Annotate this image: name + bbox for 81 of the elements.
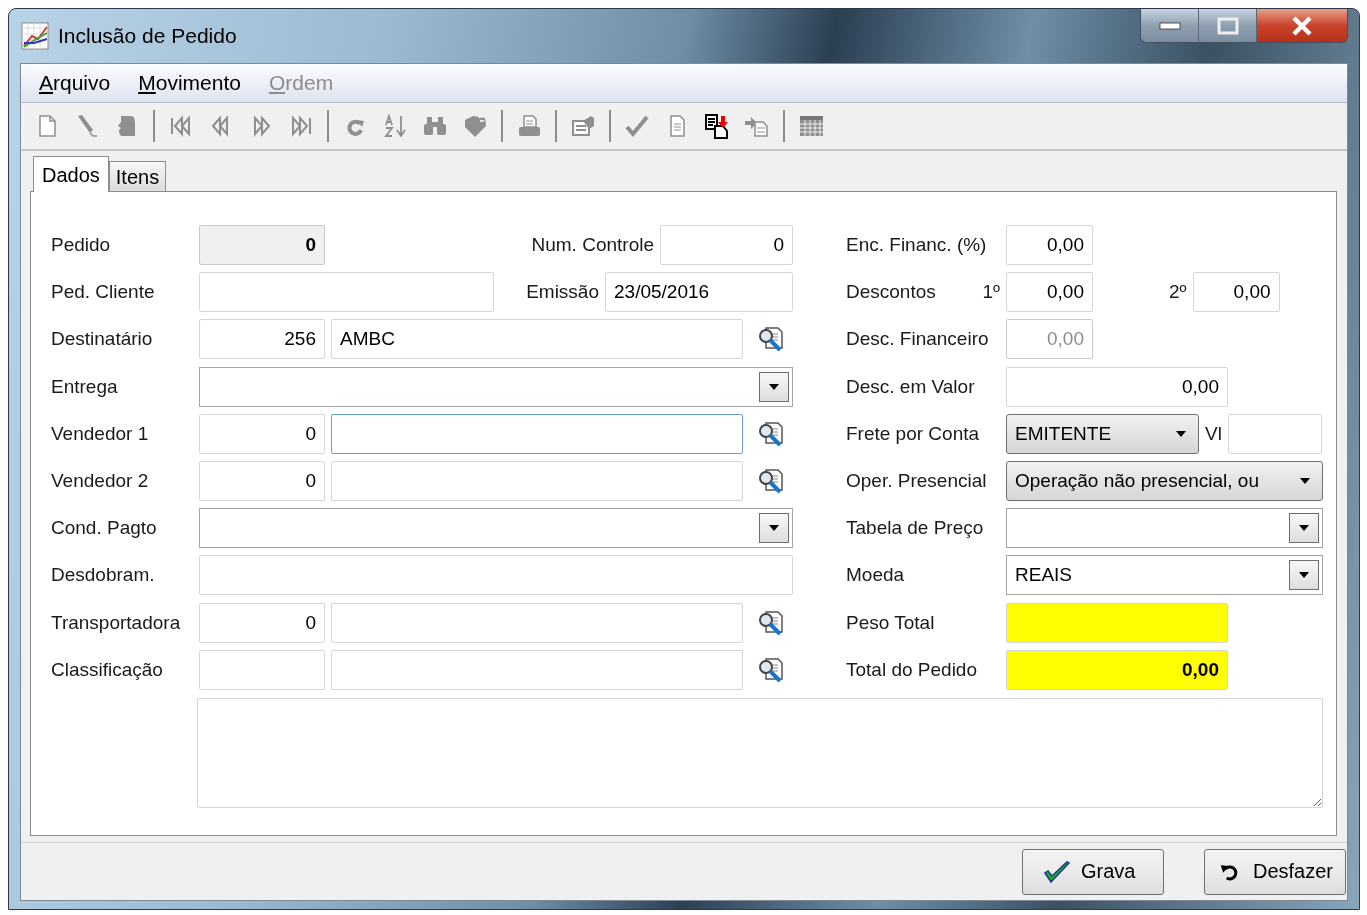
search-icon[interactable] [757, 466, 786, 495]
field-label: Vendedor 1 [51, 422, 149, 445]
field-label: Descontos [846, 281, 936, 304]
input-field[interactable] [1006, 602, 1228, 643]
input-field[interactable]: 0 [199, 602, 325, 643]
input-field[interactable]: 0 [199, 460, 325, 501]
search-icon[interactable] [757, 608, 786, 637]
undo-button[interactable]: Desfazer [1204, 848, 1346, 895]
field-label: Destinatário [51, 328, 153, 351]
input-field[interactable] [331, 460, 744, 501]
input-field[interactable] [331, 649, 744, 690]
input-field[interactable]: 256 [199, 319, 325, 360]
tab[interactable]: Dados [33, 156, 109, 192]
dropdown-button[interactable] [759, 371, 789, 402]
field-label: Num. Controle [531, 234, 654, 256]
input-field[interactable] [331, 413, 744, 454]
field-label: Frete por Conta [846, 422, 980, 445]
field-label: Classificação [51, 658, 163, 681]
field-label: Pedido [51, 234, 111, 256]
input-field[interactable]: 0,00 [1192, 272, 1280, 313]
field-label: Transportadora [51, 611, 181, 634]
maximize-button[interactable] [1199, 9, 1257, 42]
input-field[interactable] [199, 272, 494, 313]
search-icon[interactable] [757, 325, 786, 354]
dropdown-field[interactable] [199, 366, 793, 407]
caret-icon [767, 381, 781, 392]
field-label: Vl [1205, 422, 1222, 445]
dropdown-button[interactable] [1289, 560, 1319, 591]
caret-icon [1174, 428, 1188, 439]
field-label: Cond. Pagto [51, 517, 157, 540]
tab[interactable]: Itens [108, 161, 167, 191]
field-label: Peso Total [846, 611, 935, 634]
dropdown-field[interactable]: REAIS [1006, 555, 1323, 596]
input-field[interactable] [1227, 413, 1322, 454]
field-label: 2º [1169, 281, 1187, 304]
dropdown-button[interactable] [759, 513, 789, 544]
field-label: Moeda [846, 564, 905, 587]
field-label: Entrega [51, 375, 118, 398]
input-field[interactable]: 0,00 [1006, 366, 1228, 407]
dropdown-field[interactable] [1006, 508, 1323, 549]
menu-item[interactable]: Arquivo [25, 71, 125, 95]
memo-field[interactable] [197, 697, 1323, 808]
caret-icon [1298, 475, 1312, 486]
field-label: Emissão [526, 281, 599, 304]
menu-item[interactable]: Movimento [124, 71, 255, 95]
field-label: Desc. em Valor [846, 375, 975, 398]
input-field[interactable]: 0,00 [1006, 649, 1228, 690]
field-label: Desdobram. [51, 564, 155, 587]
window-title: Inclusão de Pedido [58, 24, 237, 48]
dropdown-button[interactable] [1289, 513, 1319, 544]
maximize-icon [1216, 16, 1239, 35]
input-field[interactable]: 0,00 [1006, 272, 1093, 313]
minimize-button[interactable] [1141, 9, 1199, 42]
field-label: Ped. Cliente [51, 281, 155, 304]
check-icon [1043, 858, 1071, 885]
field-label: Total do Pedido [846, 658, 977, 681]
minimize-icon [1158, 21, 1181, 30]
field-label: Oper. Presencial [846, 469, 987, 492]
search-icon[interactable] [757, 419, 786, 448]
save-button[interactable]: Grava [1022, 848, 1164, 895]
input-field[interactable] [199, 649, 325, 690]
dropdown-button[interactable]: Operação não presencial, ou [1006, 460, 1323, 501]
input-field[interactable]: 0,00 [1006, 225, 1093, 265]
field-label: Tabela de Preço [846, 517, 984, 540]
close-icon [1291, 15, 1313, 36]
input-field[interactable] [331, 602, 744, 643]
dropdown-button[interactable]: EMITENTE [1006, 413, 1199, 454]
input-field[interactable]: 23/05/2016 [605, 272, 793, 313]
input-field[interactable]: 0 [199, 413, 325, 454]
field-label: Enc. Financ. (%) [846, 234, 987, 256]
input-field[interactable] [199, 555, 793, 596]
field-label: 1º [982, 281, 1000, 304]
close-button[interactable] [1257, 9, 1347, 42]
input-field[interactable]: AMBC [331, 319, 744, 360]
dropdown-field[interactable] [199, 508, 793, 549]
field-label: Vendedor 2 [51, 469, 149, 492]
field-label: Desc. Financeiro [846, 328, 989, 351]
search-icon[interactable] [757, 655, 786, 684]
copy-document-icon[interactable] [703, 112, 731, 140]
input-field[interactable]: 0 [660, 225, 793, 265]
chart-icon [20, 21, 50, 51]
